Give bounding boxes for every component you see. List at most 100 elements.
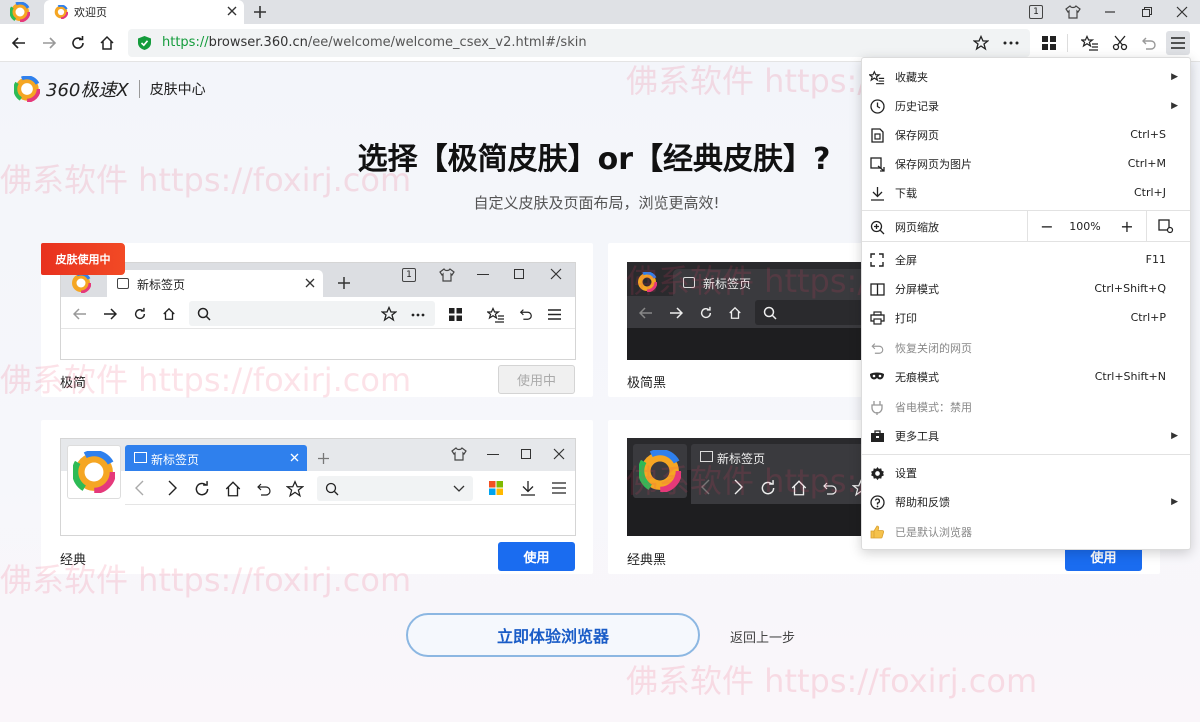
main-menu: 收藏夹 ▶ 历史记录 ▶ 保存网页 Ctrl+S 保存网页为图片 Ctrl+M … (861, 57, 1191, 550)
menu-label: 无痕模式 (895, 370, 939, 384)
main-menu-icon[interactable] (1166, 31, 1190, 55)
secure-shield-icon[interactable] (137, 35, 152, 51)
url-protocol: https:// (162, 35, 209, 50)
menu-shortcut: Ctrl+Shift+N (1094, 370, 1166, 383)
menu-item-save-image[interactable]: 保存网页为图片 Ctrl+M (862, 149, 1190, 178)
brand-divider (138, 80, 140, 98)
zoom-icon (868, 218, 886, 236)
back-icon[interactable] (6, 30, 32, 56)
menu-label: 收藏夹 (895, 70, 928, 84)
menu-item-default-browser[interactable]: 已是默认浏览器 (862, 517, 1190, 546)
address-text[interactable]: https://browser.360.cn/ee/welcome/welcom… (162, 35, 587, 50)
use-classic-button[interactable]: 使用 (498, 542, 575, 571)
menu-item-settings[interactable]: 设置 (862, 458, 1190, 487)
menu-label: 保存网页 (895, 128, 939, 142)
try-browser-button[interactable]: 立即体验浏览器 (406, 613, 700, 657)
menu-label: 保存网页为图片 (895, 157, 972, 171)
submenu-arrow-icon: ▶ (1171, 430, 1178, 441)
menu-separator (862, 454, 1190, 455)
preview-classic-tab-title: 新标签页 (151, 453, 200, 467)
menu-label: 全屏 (895, 253, 917, 267)
refresh-icon[interactable] (65, 30, 91, 56)
minimize-icon[interactable] (1092, 0, 1128, 24)
scissors-icon[interactable] (1107, 30, 1133, 56)
menu-label: 已是默认浏览器 (895, 525, 972, 539)
menu-label: 分屏模式 (895, 282, 939, 296)
menu-item-fullscreen[interactable]: 全屏 F11 (862, 245, 1190, 274)
preview-minimal: 新标签页 1 (60, 262, 576, 360)
tab-close-icon[interactable] (226, 5, 238, 17)
bookmark-star-icon[interactable] (968, 30, 994, 56)
zoom-in-button[interactable]: + (1108, 212, 1146, 241)
skin-tshirt-icon[interactable] (1055, 0, 1091, 24)
star-list-icon (868, 68, 886, 86)
preview-tab-title: 新标签页 (137, 278, 186, 292)
menu-label: 下载 (895, 186, 917, 200)
fullscreen-icon (868, 251, 886, 269)
undo-icon[interactable] (1136, 30, 1162, 56)
menu-item-favorites[interactable]: 收藏夹 ▶ (862, 62, 1190, 91)
brand-name: 360极速X (46, 80, 129, 101)
clock-icon (868, 97, 886, 115)
menu-item-help[interactable]: 帮助和反馈 ▶ (862, 487, 1190, 516)
menu-item-split[interactable]: 分屏模式 Ctrl+Shift+Q (862, 274, 1190, 303)
download-icon (868, 184, 886, 202)
more-dots-icon[interactable] (998, 30, 1024, 56)
watermark: 佛系软件 https://foxirj.com (0, 361, 412, 399)
menu-item-save-page[interactable]: 保存网页 Ctrl+S (862, 120, 1190, 149)
help-icon (868, 493, 886, 511)
forward-icon[interactable] (36, 30, 62, 56)
menu-item-more-tools[interactable]: 更多工具 ▶ (862, 421, 1190, 450)
menu-label: 帮助和反馈 (895, 495, 950, 509)
brand-header: 360极速X 皮肤中心 (14, 76, 206, 102)
zoom-settings-icon[interactable] (1158, 218, 1174, 234)
close-window-icon[interactable] (1164, 0, 1200, 24)
home-icon[interactable] (94, 30, 120, 56)
menu-shortcut: Ctrl+M (1127, 157, 1166, 170)
menu-shortcut: Ctrl+Shift+Q (1094, 282, 1166, 295)
zoom-out-button[interactable]: − (1028, 212, 1066, 241)
menu-item-power-saving[interactable]: 省电模式：禁用 (862, 392, 1190, 421)
tab-favicon-icon (54, 5, 68, 19)
watermark: 佛系软件 https://foxirj.com (626, 662, 1038, 700)
printer-icon (868, 309, 886, 327)
power-plug-icon (868, 398, 886, 416)
preview-classic: 新标签页 (60, 438, 576, 536)
app-logo-icon[interactable] (10, 2, 30, 22)
brand-section: 皮肤中心 (149, 82, 206, 98)
apps-grid-icon[interactable] (1036, 30, 1062, 56)
toolbox-icon (868, 427, 886, 445)
menu-label: 恢复关闭的网页 (895, 341, 972, 355)
menu-separator (862, 241, 1190, 242)
menu-item-download[interactable]: 下载 Ctrl+J (862, 178, 1190, 207)
watermark: 佛系软件 https://foxirj.com (0, 561, 412, 599)
menu-label: 省电模式：禁用 (895, 400, 972, 414)
tab-count-badge: 1 (1029, 5, 1043, 19)
menu-item-history[interactable]: 历史记录 ▶ (862, 91, 1190, 120)
tab-count-icon[interactable]: 1 (1018, 0, 1054, 24)
menu-shortcut: Ctrl+P (1130, 311, 1166, 324)
watermark: 佛系软件 https://foxirj.com (0, 161, 412, 199)
url-host: browser.360.cn (208, 35, 308, 50)
restore-tab-icon (868, 339, 886, 357)
go-back-link[interactable]: 返回上一步 (730, 627, 795, 646)
menu-label: 网页缩放 (895, 220, 939, 234)
favorites-list-icon[interactable] (1077, 30, 1103, 56)
tab-welcome[interactable]: 欢迎页 (44, 0, 244, 24)
menu-label: 打印 (895, 311, 917, 325)
skin-in-use-badge: 皮肤使用中 (41, 243, 125, 275)
menu-label: 更多工具 (895, 429, 939, 443)
gear-icon (868, 464, 886, 482)
restore-icon[interactable] (1129, 0, 1165, 24)
in-use-button[interactable]: 使用中 (498, 365, 575, 394)
menu-item-print[interactable]: 打印 Ctrl+P (862, 303, 1190, 332)
save-image-icon (868, 155, 886, 173)
submenu-arrow-icon: ▶ (1171, 71, 1178, 82)
menu-item-incognito[interactable]: 无痕模式 Ctrl+Shift+N (862, 362, 1190, 391)
zoom-value: 100% (1069, 220, 1101, 233)
new-tab-icon[interactable] (252, 4, 268, 20)
zoom-divider (1146, 211, 1147, 241)
split-screen-icon (868, 280, 886, 298)
card-label-minimal-dark: 极简黑 (627, 376, 667, 391)
menu-item-restore-closed[interactable]: 恢复关闭的网页 (862, 333, 1190, 362)
